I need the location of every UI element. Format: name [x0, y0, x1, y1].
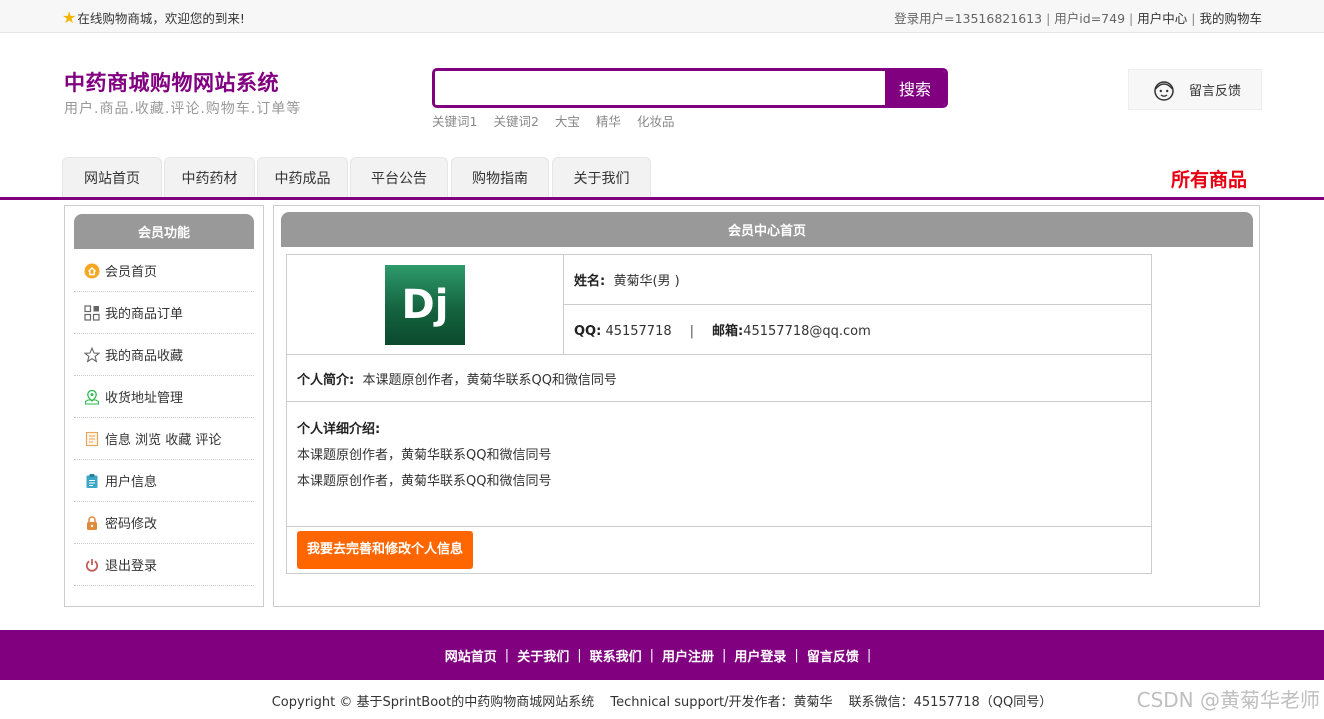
intro-cell: 个人简介: 本课题原创作者，黄菊华联系QQ和微信同号 — [286, 354, 1152, 402]
sidebar-item-logout[interactable]: 退出登录 — [74, 544, 254, 586]
site-subtitle: 用户.商品.收藏.评论.购物车.订单等 — [64, 101, 302, 117]
contact-text: 联系微信：45157718（QQ同号） — [848, 695, 1053, 710]
nav-tab-home[interactable]: 网站首页 — [62, 157, 162, 197]
sidebar-item-label: 信息 浏览 收藏 评论 — [105, 433, 222, 448]
footer-nav: 网站首页 | 关于我们 | 联系我们 | 用户注册 | 用户登录 | 留言反馈 | — [0, 630, 1324, 680]
user-links: 登录用户=13516821613 | 用户id=749 | 用户中心 | 我的购物车 — [894, 11, 1262, 26]
home-icon — [84, 263, 100, 279]
welcome-message: ★ 在线购物商城，欢迎您的到来! — [62, 8, 245, 27]
footer-link-login[interactable]: 用户登录 — [734, 646, 786, 665]
hot-keyword[interactable]: 精华 — [596, 114, 621, 129]
user-center-link[interactable]: 用户中心 — [1137, 11, 1187, 26]
sidebar-title: 会员功能 — [74, 214, 254, 249]
main-nav: 网站首页 中药药材 中药成品 平台公告 购物指南 关于我们 所有商品 — [0, 157, 1324, 200]
star-outline-icon — [84, 346, 100, 363]
sidebar-item-label: 收货地址管理 — [105, 391, 184, 406]
grid-icon — [84, 304, 100, 321]
panel-title: 会员中心首页 — [281, 212, 1253, 247]
footer-link-register[interactable]: 用户注册 — [662, 646, 714, 665]
lock-icon — [84, 515, 100, 531]
intro-label: 个人简介: — [297, 372, 355, 388]
sidebar-item-orders[interactable]: 我的商品订单 — [74, 292, 254, 334]
watermark: CSDN @黄菊华老师 — [1136, 688, 1320, 712]
footer-link-feedback[interactable]: 留言反馈 — [807, 646, 859, 665]
hot-keyword[interactable]: 大宝 — [555, 114, 580, 129]
profile-table: Dj 姓名: 黄菊华(男 ) QQ: 45157718 | 邮箱:45157718@… — [286, 254, 1152, 574]
clipboard-icon — [84, 473, 100, 489]
sidebar-item-label: 我的商品订单 — [105, 307, 184, 322]
member-center-panel: 会员中心首页 Dj 姓名: 黄菊华(男 ) QQ: 45157718 | 邮箱:45… — [273, 205, 1260, 607]
avatar: Dj — [385, 264, 465, 345]
star-icon: ★ — [62, 7, 77, 27]
document-list-icon — [84, 431, 100, 447]
sidebar-item-member-home[interactable]: 会员首页 — [74, 250, 254, 292]
action-cell: 我要去完善和修改个人信息 — [286, 526, 1152, 574]
login-user-text: 登录用户=13516821613 — [894, 11, 1043, 26]
copyright-text: Copyright © 基于SprintBoot的中药购物商城网站系统 — [271, 695, 595, 710]
detail-cell: 个人详细介绍: 本课题原创作者，黄菊华联系QQ和微信同号 本课题原创作者，黄菊华… — [286, 401, 1152, 527]
detail-label: 个人详细介绍: — [297, 422, 381, 437]
search-input[interactable] — [435, 71, 885, 105]
site-title[interactable]: 中药商城购物网站系统 — [64, 67, 279, 97]
copyright: Copyright © 基于SprintBoot的中药购物商城网站系统 Tech… — [0, 691, 1324, 710]
avatar-cell: Dj — [286, 254, 564, 355]
name-value: 黄菊华(男 ) — [613, 274, 680, 289]
sidebar-item-label: 密码修改 — [105, 517, 158, 532]
nav-tab-announcements[interactable]: 平台公告 — [350, 157, 448, 197]
feedback-label: 留言反馈 — [1189, 84, 1242, 99]
search-box: 搜索 — [432, 68, 948, 108]
footer-link-about[interactable]: 关于我们 — [517, 646, 569, 665]
power-icon — [84, 557, 100, 573]
detail-line: 本课题原创作者，黄菊华联系QQ和微信同号 — [297, 448, 552, 463]
member-sidebar: 会员功能 会员首页 我的商品订单 我的商品收藏 收货地址管理 信息 浏览 收藏 … — [64, 205, 264, 607]
footer-link-contact[interactable]: 联系我们 — [590, 646, 642, 665]
support-text: Technical support/开发作者：黄菊华 — [610, 695, 833, 710]
sidebar-item-label: 退出登录 — [105, 559, 158, 574]
top-bar: ★ 在线购物商城，欢迎您的到来! 登录用户=13516821613 | 用户id=7… — [0, 0, 1324, 33]
all-goods-link[interactable]: 所有商品 — [1171, 165, 1247, 192]
nav-tab-herbs[interactable]: 中药药材 — [164, 157, 255, 197]
sidebar-item-label: 会员首页 — [105, 265, 158, 280]
location-pin-icon — [84, 389, 100, 405]
search-button[interactable]: 搜索 — [885, 71, 945, 105]
customer-service-icon — [1154, 80, 1174, 101]
my-cart-link[interactable]: 我的购物车 — [1199, 11, 1262, 26]
detail-line: 本课题原创作者，黄菊华联系QQ和微信同号 — [297, 474, 552, 489]
sidebar-item-change-password[interactable]: 密码修改 — [74, 502, 254, 544]
qq-value: 45157718 — [605, 324, 672, 339]
hot-keywords: 关键词1 关键词2 大宝 精华 化妆品 — [432, 111, 690, 130]
nav-tab-products[interactable]: 中药成品 — [257, 157, 348, 197]
sidebar-item-address[interactable]: 收货地址管理 — [74, 376, 254, 418]
hot-keyword[interactable]: 关键词1 — [432, 114, 477, 129]
hot-keyword[interactable]: 化妆品 — [637, 114, 675, 129]
qq-label: QQ: — [574, 324, 602, 339]
intro-value: 本课题原创作者，黄菊华联系QQ和微信同号 — [362, 372, 617, 388]
feedback-button[interactable]: 留言反馈 — [1128, 69, 1262, 110]
nav-tab-about[interactable]: 关于我们 — [552, 157, 651, 197]
email-label: 邮箱: — [712, 324, 744, 339]
contact-cell: QQ: 45157718 | 邮箱:45157718@qq.com — [563, 304, 1152, 355]
sidebar-item-favorites[interactable]: 我的商品收藏 — [74, 334, 254, 376]
footer-link-home[interactable]: 网站首页 — [445, 646, 497, 665]
hot-keyword[interactable]: 关键词2 — [493, 114, 538, 129]
edit-profile-button[interactable]: 我要去完善和修改个人信息 — [297, 531, 474, 569]
email-value: 45157718@qq.com — [743, 324, 871, 339]
nav-tab-shopping-guide[interactable]: 购物指南 — [451, 157, 549, 197]
contact-divider: | — [689, 324, 695, 339]
sidebar-item-label: 我的商品收藏 — [105, 349, 184, 364]
sidebar-item-activity[interactable]: 信息 浏览 收藏 评论 — [74, 418, 254, 460]
sidebar-item-label: 用户信息 — [105, 475, 158, 490]
name-cell: 姓名: 黄菊华(男 ) — [563, 254, 1152, 305]
sidebar-item-user-info[interactable]: 用户信息 — [74, 460, 254, 502]
name-label: 姓名: — [574, 274, 606, 289]
user-id-text: 用户id=749 — [1054, 11, 1126, 26]
welcome-text: 在线购物商城，欢迎您的到来! — [77, 11, 245, 26]
